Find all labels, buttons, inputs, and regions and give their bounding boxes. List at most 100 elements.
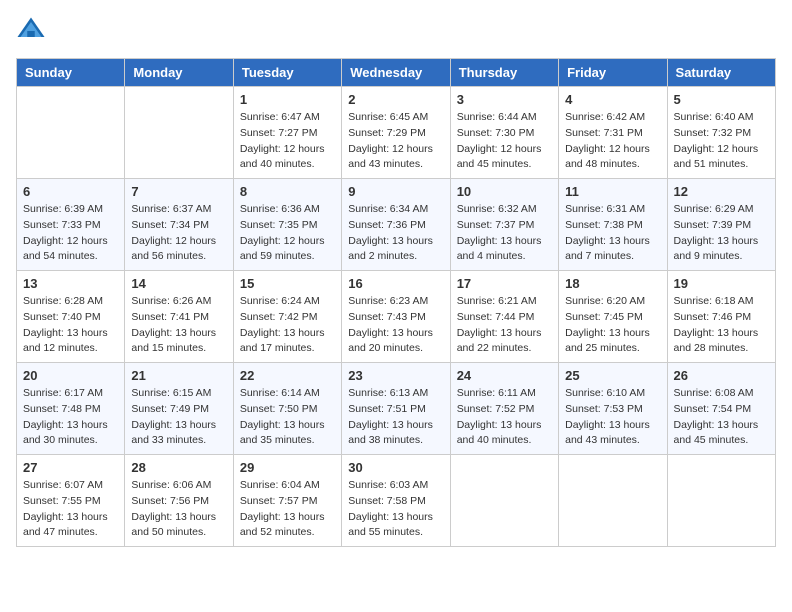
day-number: 6 [23,184,118,199]
logo-icon [16,16,46,46]
day-number: 20 [23,368,118,383]
calendar-cell: 11 Sunrise: 6:31 AMSunset: 7:38 PMDayligh… [559,179,667,271]
day-info: Sunrise: 6:37 AMSunset: 7:34 PMDaylight:… [131,202,226,265]
day-info: Sunrise: 6:21 AMSunset: 7:44 PMDaylight:… [457,294,552,357]
calendar-cell: 21 Sunrise: 6:15 AMSunset: 7:49 PMDayligh… [125,363,233,455]
day-number: 8 [240,184,335,199]
calendar-cell: 23 Sunrise: 6:13 AMSunset: 7:51 PMDayligh… [342,363,450,455]
day-number: 30 [348,460,443,475]
calendar-week-row: 13 Sunrise: 6:28 AMSunset: 7:40 PMDayligh… [17,271,776,363]
calendar-cell: 12 Sunrise: 6:29 AMSunset: 7:39 PMDayligh… [667,179,775,271]
day-number: 24 [457,368,552,383]
day-number: 19 [674,276,769,291]
day-info: Sunrise: 6:20 AMSunset: 7:45 PMDaylight:… [565,294,660,357]
day-info: Sunrise: 6:04 AMSunset: 7:57 PMDaylight:… [240,478,335,541]
day-header-tuesday: Tuesday [233,59,341,87]
day-info: Sunrise: 6:14 AMSunset: 7:50 PMDaylight:… [240,386,335,449]
day-number: 10 [457,184,552,199]
day-info: Sunrise: 6:08 AMSunset: 7:54 PMDaylight:… [674,386,769,449]
day-info: Sunrise: 6:36 AMSunset: 7:35 PMDaylight:… [240,202,335,265]
calendar-cell: 20 Sunrise: 6:17 AMSunset: 7:48 PMDayligh… [17,363,125,455]
day-info: Sunrise: 6:42 AMSunset: 7:31 PMDaylight:… [565,110,660,173]
day-number: 16 [348,276,443,291]
calendar-cell [450,455,558,547]
day-header-wednesday: Wednesday [342,59,450,87]
calendar-cell: 17 Sunrise: 6:21 AMSunset: 7:44 PMDayligh… [450,271,558,363]
day-header-thursday: Thursday [450,59,558,87]
day-number: 1 [240,92,335,107]
day-number: 22 [240,368,335,383]
day-info: Sunrise: 6:23 AMSunset: 7:43 PMDaylight:… [348,294,443,357]
day-info: Sunrise: 6:40 AMSunset: 7:32 PMDaylight:… [674,110,769,173]
day-info: Sunrise: 6:31 AMSunset: 7:38 PMDaylight:… [565,202,660,265]
day-number: 23 [348,368,443,383]
day-number: 17 [457,276,552,291]
day-number: 14 [131,276,226,291]
calendar-week-row: 1 Sunrise: 6:47 AMSunset: 7:27 PMDaylight… [17,87,776,179]
calendar-cell: 5 Sunrise: 6:40 AMSunset: 7:32 PMDaylight… [667,87,775,179]
day-header-friday: Friday [559,59,667,87]
day-number: 29 [240,460,335,475]
calendar-cell: 7 Sunrise: 6:37 AMSunset: 7:34 PMDaylight… [125,179,233,271]
day-info: Sunrise: 6:11 AMSunset: 7:52 PMDaylight:… [457,386,552,449]
calendar-cell [17,87,125,179]
day-header-sunday: Sunday [17,59,125,87]
day-info: Sunrise: 6:39 AMSunset: 7:33 PMDaylight:… [23,202,118,265]
calendar-cell: 6 Sunrise: 6:39 AMSunset: 7:33 PMDaylight… [17,179,125,271]
calendar-cell: 19 Sunrise: 6:18 AMSunset: 7:46 PMDayligh… [667,271,775,363]
calendar-cell: 15Sunrise: 6:24 AMSunset: 7:42 PMDayligh… [233,271,341,363]
day-info: Sunrise: 6:44 AMSunset: 7:30 PMDaylight:… [457,110,552,173]
calendar-cell: 10 Sunrise: 6:32 AMSunset: 7:37 PMDayligh… [450,179,558,271]
day-number: 27 [23,460,118,475]
day-info: Sunrise: 6:47 AMSunset: 7:27 PMDaylight:… [240,110,335,173]
calendar-cell: 22 Sunrise: 6:14 AMSunset: 7:50 PMDayligh… [233,363,341,455]
day-number: 2 [348,92,443,107]
day-number: 13 [23,276,118,291]
calendar-cell: 26 Sunrise: 6:08 AMSunset: 7:54 PMDayligh… [667,363,775,455]
calendar-cell: 25 Sunrise: 6:10 AMSunset: 7:53 PMDayligh… [559,363,667,455]
day-info: Sunrise: 6:06 AMSunset: 7:56 PMDaylight:… [131,478,226,541]
calendar-cell: 13 Sunrise: 6:28 AMSunset: 7:40 PMDayligh… [17,271,125,363]
calendar-cell: 27 Sunrise: 6:07 AMSunset: 7:55 PMDayligh… [17,455,125,547]
day-header-saturday: Saturday [667,59,775,87]
day-number: 18 [565,276,660,291]
day-info: Sunrise: 6:10 AMSunset: 7:53 PMDaylight:… [565,386,660,449]
calendar-week-row: 6 Sunrise: 6:39 AMSunset: 7:33 PMDaylight… [17,179,776,271]
day-number: 25 [565,368,660,383]
logo [16,16,50,46]
calendar-cell: 8 Sunrise: 6:36 AMSunset: 7:35 PMDaylight… [233,179,341,271]
day-info: Sunrise: 6:26 AMSunset: 7:41 PMDaylight:… [131,294,226,357]
calendar-cell: 4Sunrise: 6:42 AMSunset: 7:31 PMDaylight… [559,87,667,179]
day-number: 3 [457,92,552,107]
day-info: Sunrise: 6:07 AMSunset: 7:55 PMDaylight:… [23,478,118,541]
day-number: 21 [131,368,226,383]
calendar-table: SundayMondayTuesdayWednesdayThursdayFrid… [16,58,776,547]
calendar-week-row: 20 Sunrise: 6:17 AMSunset: 7:48 PMDayligh… [17,363,776,455]
day-info: Sunrise: 6:13 AMSunset: 7:51 PMDaylight:… [348,386,443,449]
calendar-cell: 29 Sunrise: 6:04 AMSunset: 7:57 PMDayligh… [233,455,341,547]
day-number: 7 [131,184,226,199]
day-info: Sunrise: 6:03 AMSunset: 7:58 PMDaylight:… [348,478,443,541]
day-number: 12 [674,184,769,199]
day-number: 26 [674,368,769,383]
day-info: Sunrise: 6:18 AMSunset: 7:46 PMDaylight:… [674,294,769,357]
day-info: Sunrise: 6:15 AMSunset: 7:49 PMDaylight:… [131,386,226,449]
day-info: Sunrise: 6:28 AMSunset: 7:40 PMDaylight:… [23,294,118,357]
day-number: 28 [131,460,226,475]
calendar-cell: 1 Sunrise: 6:47 AMSunset: 7:27 PMDaylight… [233,87,341,179]
day-info: Sunrise: 6:32 AMSunset: 7:37 PMDaylight:… [457,202,552,265]
calendar-cell: 3 Sunrise: 6:44 AMSunset: 7:30 PMDaylight… [450,87,558,179]
day-number: 11 [565,184,660,199]
day-number: 5 [674,92,769,107]
day-info: Sunrise: 6:29 AMSunset: 7:39 PMDaylight:… [674,202,769,265]
day-info: Sunrise: 6:24 AMSunset: 7:42 PMDaylight:… [240,294,335,357]
calendar-cell: 28 Sunrise: 6:06 AMSunset: 7:56 PMDayligh… [125,455,233,547]
calendar-cell: 18 Sunrise: 6:20 AMSunset: 7:45 PMDayligh… [559,271,667,363]
calendar-cell: 16 Sunrise: 6:23 AMSunset: 7:43 PMDayligh… [342,271,450,363]
calendar-cell: 30 Sunrise: 6:03 AMSunset: 7:58 PMDayligh… [342,455,450,547]
day-info: Sunrise: 6:17 AMSunset: 7:48 PMDaylight:… [23,386,118,449]
calendar-cell: 24 Sunrise: 6:11 AMSunset: 7:52 PMDayligh… [450,363,558,455]
calendar-cell: 14 Sunrise: 6:26 AMSunset: 7:41 PMDayligh… [125,271,233,363]
calendar-header-row: SundayMondayTuesdayWednesdayThursdayFrid… [17,59,776,87]
page-header [16,16,776,46]
